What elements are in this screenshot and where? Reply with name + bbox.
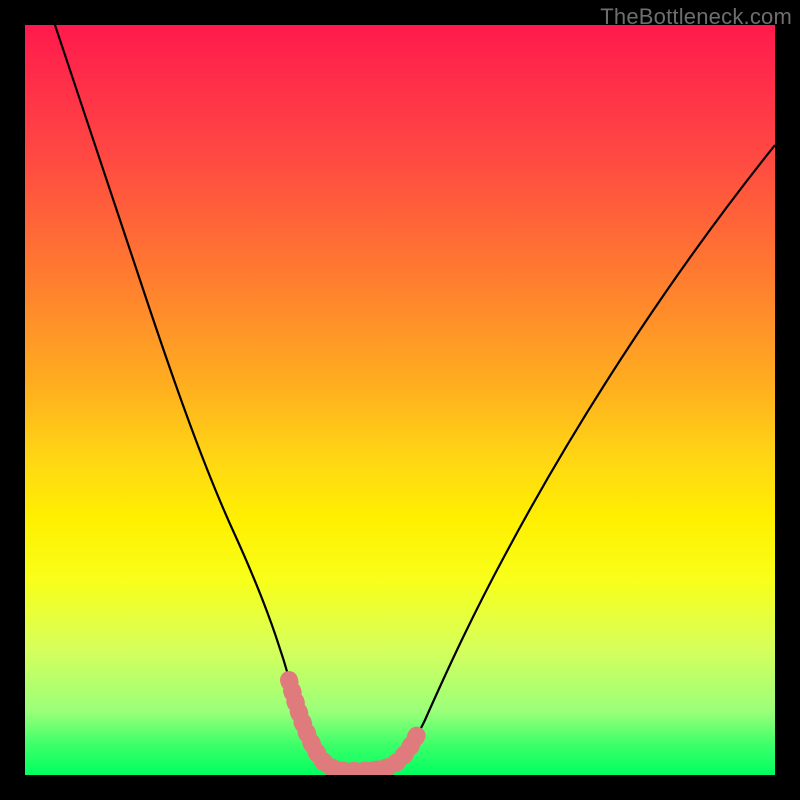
outer-frame: TheBottleneck.com [0, 0, 800, 800]
curve-layer [25, 25, 775, 775]
highlight-segment [289, 680, 419, 771]
plot-area [25, 25, 775, 775]
bottleneck-curve [55, 25, 775, 770]
